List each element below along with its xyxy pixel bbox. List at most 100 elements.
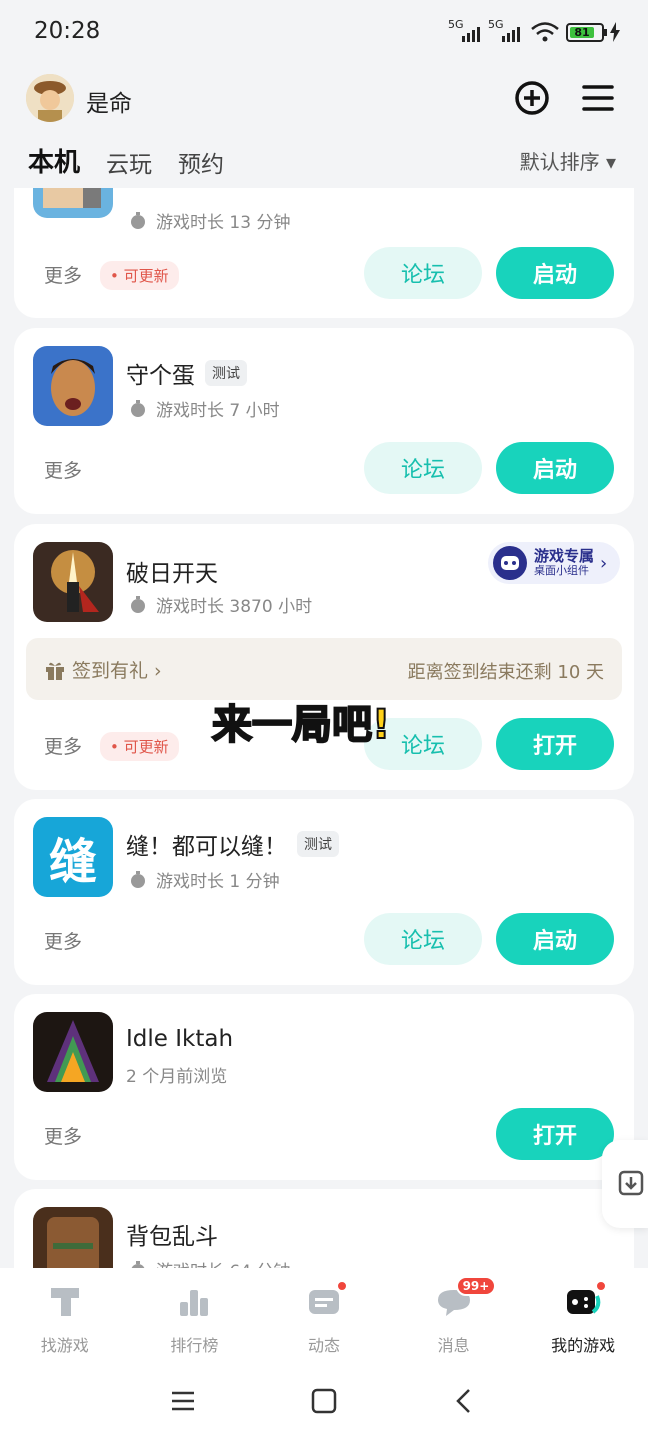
game-card: 背包乱斗 游戏时长 64 分钟: [14, 1189, 634, 1268]
forum-button[interactable]: 论坛: [364, 442, 482, 494]
game-card: 守个蛋 测试 游戏时长 7 小时 更多 论坛 启动: [14, 328, 634, 514]
test-tag: 测试: [205, 360, 247, 386]
find-games-icon: [50, 1288, 79, 1316]
test-tag: 测试: [297, 831, 339, 857]
launch-button[interactable]: 启动: [496, 913, 614, 965]
floating-download-button[interactable]: [602, 1140, 648, 1228]
game-icon-char: 缝: [48, 834, 97, 890]
header: 是命 本机 云玩 预约 默认排序 ▾: [0, 64, 648, 188]
game-icon[interactable]: [33, 188, 113, 218]
nav-label: 找游戏: [40, 1336, 89, 1355]
status-bar: 20:28 5G 5G 81: [0, 0, 648, 64]
nav-rankings[interactable]: 排行榜: [130, 1268, 260, 1364]
game-playtime: 游戏时长 3870 小时: [128, 592, 312, 617]
more-button[interactable]: 更多: [44, 927, 82, 954]
desktop-widget-badge[interactable]: 游戏专属 桌面小组件 ›: [488, 542, 620, 584]
system-nav-bar: [0, 1364, 648, 1440]
game-last-viewed: 2 个月前浏览: [126, 1067, 228, 1087]
game-icon[interactable]: [33, 1012, 113, 1092]
notification-dot: [595, 1280, 608, 1292]
notification-dot: [335, 1280, 348, 1292]
game-icon[interactable]: [33, 1207, 113, 1268]
chevron-right-icon: ›: [600, 552, 608, 574]
download-icon: [618, 1170, 644, 1196]
tab-reserve[interactable]: 预约: [178, 145, 224, 179]
signal-icon: 5G: [488, 18, 524, 42]
back-icon[interactable]: [450, 1386, 480, 1416]
rankings-icon: [180, 1290, 209, 1316]
launch-button[interactable]: 启动: [496, 442, 614, 494]
game-icon[interactable]: 缝: [33, 817, 113, 897]
game-icon[interactable]: [33, 346, 113, 426]
username[interactable]: 是命: [86, 84, 132, 118]
game-icon[interactable]: [33, 542, 113, 622]
open-button[interactable]: 打开: [496, 1108, 614, 1160]
timer-icon: [131, 595, 145, 613]
checkin-gift[interactable]: 签到有礼 ›: [44, 656, 162, 683]
tab-cloud[interactable]: 云玩: [106, 145, 152, 179]
status-time: 20:28: [34, 18, 101, 44]
open-button[interactable]: 打开: [496, 718, 614, 770]
timer-icon: [131, 399, 145, 417]
gamepad-icon: [493, 546, 527, 580]
nav-my-games[interactable]: 我的游戏: [518, 1268, 648, 1364]
overlay-caption: 来一局吧!: [211, 701, 391, 749]
activity-icon-wrap: [304, 1280, 348, 1322]
battery-icon: 81: [566, 22, 607, 42]
tab-bar: 本机 云玩 预约: [28, 142, 224, 179]
messages-icon-wrap: 99+: [434, 1276, 497, 1322]
game-title: 缝！都可以缝！ 测试: [126, 827, 339, 861]
game-title: 守个蛋 测试: [126, 356, 247, 390]
update-badge: • 可更新: [100, 732, 179, 761]
network-type: 5G: [488, 18, 504, 31]
nav-label: 我的游戏: [551, 1336, 616, 1355]
forum-button[interactable]: 论坛: [364, 247, 482, 299]
game-card: 破日开天 游戏专属 桌面小组件 › 游戏时长 3870 小时 签到有礼 › 距离…: [14, 524, 634, 790]
more-button[interactable]: 更多: [44, 1122, 82, 1149]
timer-icon: [131, 1260, 145, 1268]
game-title: 背包乱斗: [126, 1224, 218, 1250]
timer-icon: [131, 211, 145, 229]
launch-button[interactable]: 启动: [496, 247, 614, 299]
nav-label: 排行榜: [170, 1336, 219, 1355]
sort-dropdown[interactable]: 默认排序 ▾: [520, 146, 616, 175]
tab-local[interactable]: 本机: [28, 142, 81, 179]
charging-icon: [610, 22, 620, 42]
bottom-nav: 找游戏 排行榜 动态 99+ 消息 我的游戏: [0, 1268, 648, 1364]
battery-level: 81: [570, 26, 594, 39]
my-games-icon-wrap: [563, 1280, 608, 1322]
network-type: 5G: [448, 18, 464, 31]
wifi-icon: [531, 22, 559, 42]
nav-label: 动态: [307, 1336, 340, 1355]
forum-button[interactable]: 论坛: [364, 913, 482, 965]
checkin-banner[interactable]: 签到有礼 › 距离签到结束还剩 10 天: [26, 638, 622, 700]
game-playtime: 游戏时长 1 分钟: [128, 867, 280, 892]
widget-subtitle: 桌面小组件: [534, 564, 589, 578]
more-button[interactable]: 更多: [44, 456, 82, 483]
game-title: 破日开天: [126, 561, 218, 587]
more-button[interactable]: 更多: [44, 732, 82, 759]
game-card: 游戏时长 13 分钟 更多 • 可更新 论坛 启动: [14, 188, 634, 318]
nav-label: 消息: [437, 1336, 470, 1355]
home-icon[interactable]: [309, 1386, 339, 1416]
add-circle-icon[interactable]: [512, 78, 552, 118]
more-button[interactable]: 更多: [44, 261, 82, 288]
gift-icon: [46, 662, 64, 680]
update-badge: • 可更新: [100, 261, 179, 290]
game-card: 缝 缝！都可以缝！ 测试 游戏时长 1 分钟 更多 论坛 启动: [14, 799, 634, 985]
game-playtime: 游戏时长 7 小时: [128, 396, 280, 421]
game-playtime: 游戏时长 13 分钟: [128, 208, 290, 233]
nav-find-games[interactable]: 找游戏: [0, 1268, 130, 1364]
status-icons: 5G 5G 81: [448, 18, 620, 44]
timer-icon: [131, 870, 145, 888]
message-count-badge: 99+: [455, 1276, 497, 1296]
avatar[interactable]: [26, 74, 74, 122]
game-playtime: 游戏时长 64 分钟: [128, 1257, 290, 1268]
nav-activity[interactable]: 动态: [259, 1268, 389, 1364]
recent-apps-icon[interactable]: [168, 1386, 198, 1416]
checkin-countdown: 距离签到结束还剩 10 天: [407, 662, 604, 683]
signal-icon: 5G: [448, 18, 484, 42]
game-title: Idle Iktah: [126, 1026, 234, 1052]
menu-icon[interactable]: [578, 78, 618, 118]
nav-messages[interactable]: 99+ 消息: [389, 1268, 519, 1364]
